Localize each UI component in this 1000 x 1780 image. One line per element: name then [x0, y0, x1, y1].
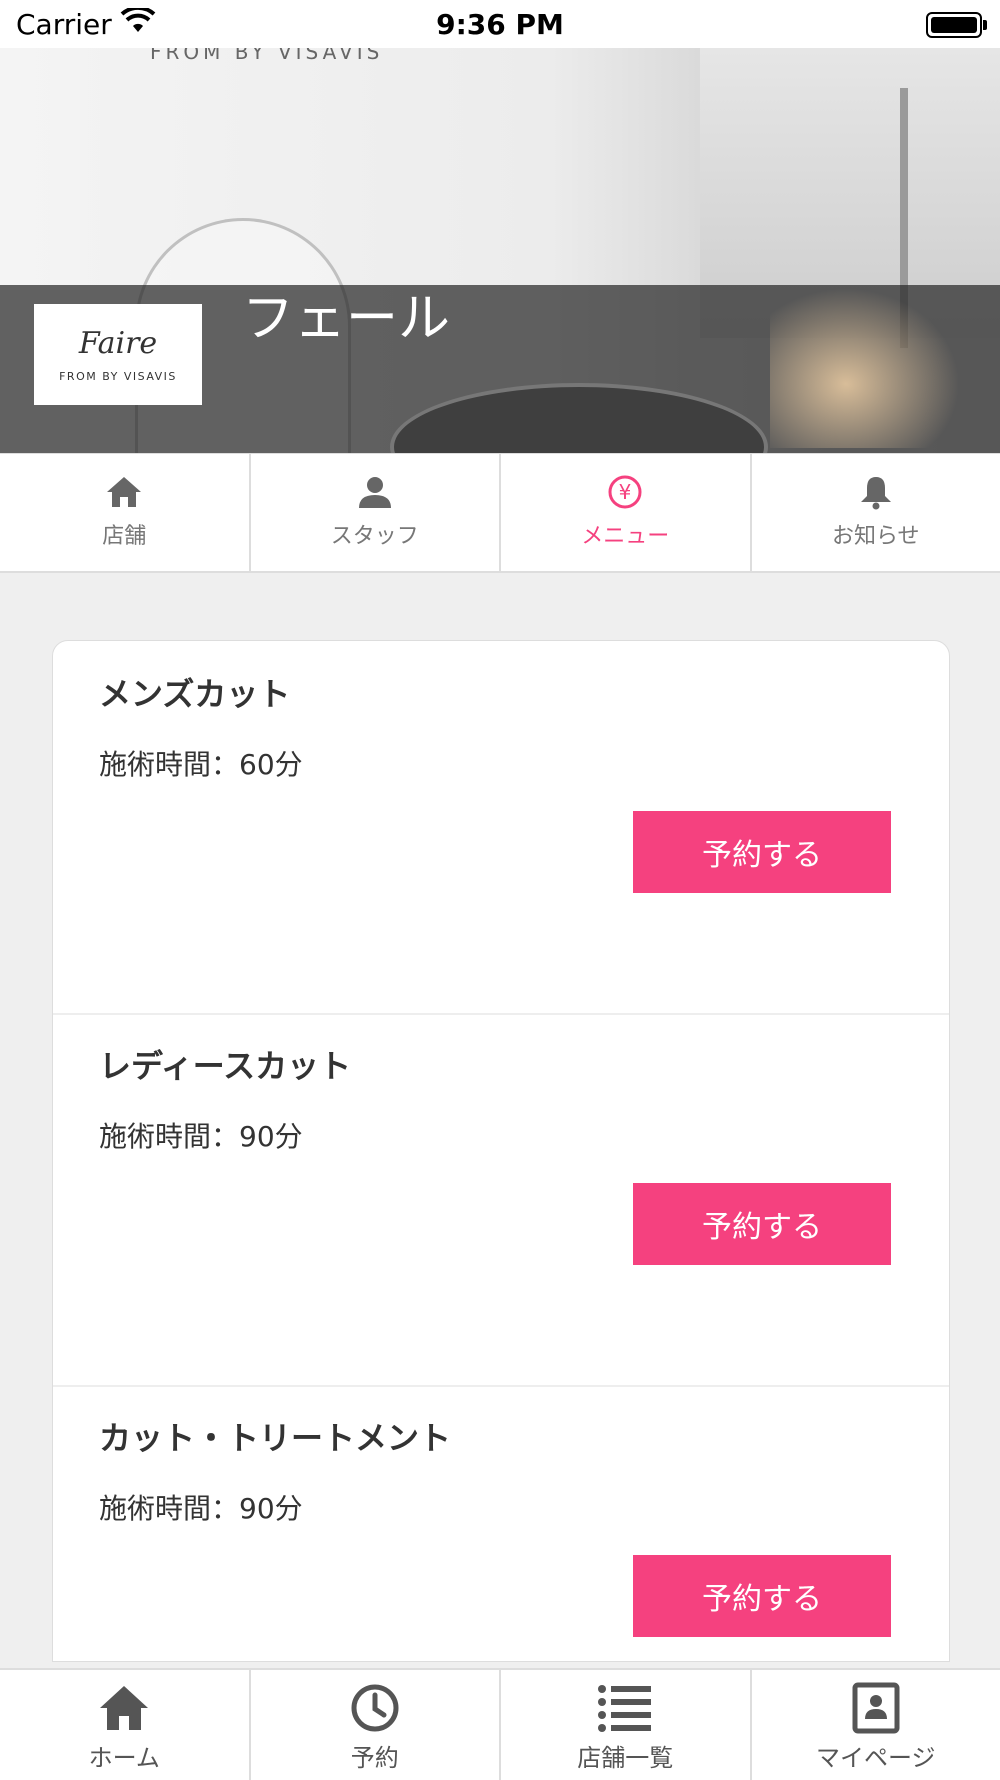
reserve-button[interactable]: 予約する [633, 1555, 891, 1637]
nav-shop-list[interactable]: 店舗一覧 [501, 1670, 752, 1780]
nav-reservation[interactable]: 予約 [251, 1670, 502, 1780]
tab-staff[interactable]: スタッフ [251, 454, 502, 571]
shop-hero-image: FROM BY VISAVIS Faire FROM BY VISAVIS フェ… [0, 48, 1000, 453]
shop-logo-subtitle: FROM BY VISAVIS [34, 370, 202, 383]
nav-shop-list-label: 店舗一覧 [501, 1738, 750, 1773]
menu-item: カット・トリートメント 施術時間：90分 予約する [53, 1385, 949, 1662]
menu-item-duration: 施術時間：90分 [99, 1487, 303, 1527]
shop-logo: Faire FROM BY VISAVIS [34, 304, 202, 405]
yen-icon: ¥ [605, 474, 645, 514]
home-icon [96, 1682, 152, 1738]
menu-item-duration: 施術時間：60分 [99, 743, 303, 783]
tab-staff-label: スタッフ [251, 518, 500, 550]
clock-time: 9:36 PM [0, 8, 1000, 41]
tab-menu-label: メニュー [501, 518, 750, 550]
bottom-navigation: ホーム 予約 店舗一覧 マイページ [0, 1668, 1000, 1780]
shop-name: フェール [242, 276, 450, 351]
hero-wall-sign: FROM BY VISAVIS [150, 48, 383, 64]
menu-item: レディースカット 施術時間：90分 予約する [53, 1013, 949, 1387]
nav-mypage-label: マイページ [752, 1738, 1000, 1773]
menu-item-name: カット・トリートメント [99, 1413, 451, 1459]
nav-home-label: ホーム [0, 1738, 249, 1773]
menu-item-duration: 施術時間：90分 [99, 1115, 303, 1155]
reserve-button[interactable]: 予約する [633, 1183, 891, 1265]
svg-text:¥: ¥ [619, 480, 632, 504]
bell-icon [856, 474, 896, 514]
reserve-button[interactable]: 予約する [633, 811, 891, 893]
tab-shop-label: 店舗 [0, 518, 249, 550]
user-icon [355, 474, 395, 514]
menu-item-name: レディースカット [99, 1041, 351, 1087]
menu-item-name: メンズカット [99, 669, 290, 715]
shop-logo-script: Faire [34, 326, 202, 361]
tab-news[interactable]: お知らせ [752, 454, 1000, 571]
clock-icon [347, 1682, 403, 1738]
list-icon [595, 1682, 655, 1738]
profile-card-icon [848, 1682, 904, 1738]
tab-menu[interactable]: ¥ メニュー [501, 454, 752, 571]
status-bar: Carrier 9:36 PM [0, 0, 1000, 48]
shop-tabs: 店舗 スタッフ ¥ メニュー お知らせ [0, 453, 1000, 573]
tab-news-label: お知らせ [752, 518, 1000, 550]
tab-shop[interactable]: 店舗 [0, 454, 251, 571]
nav-reservation-label: 予約 [251, 1738, 500, 1773]
home-icon [104, 474, 144, 514]
nav-home[interactable]: ホーム [0, 1670, 251, 1780]
battery-icon [926, 12, 982, 38]
menu-list: メンズカット 施術時間：60分 予約する レディースカット 施術時間：90分 予… [52, 640, 950, 1662]
menu-item: メンズカット 施術時間：60分 予約する [53, 641, 949, 1015]
hero-pampas-grass [770, 288, 960, 448]
nav-mypage[interactable]: マイページ [752, 1670, 1000, 1780]
